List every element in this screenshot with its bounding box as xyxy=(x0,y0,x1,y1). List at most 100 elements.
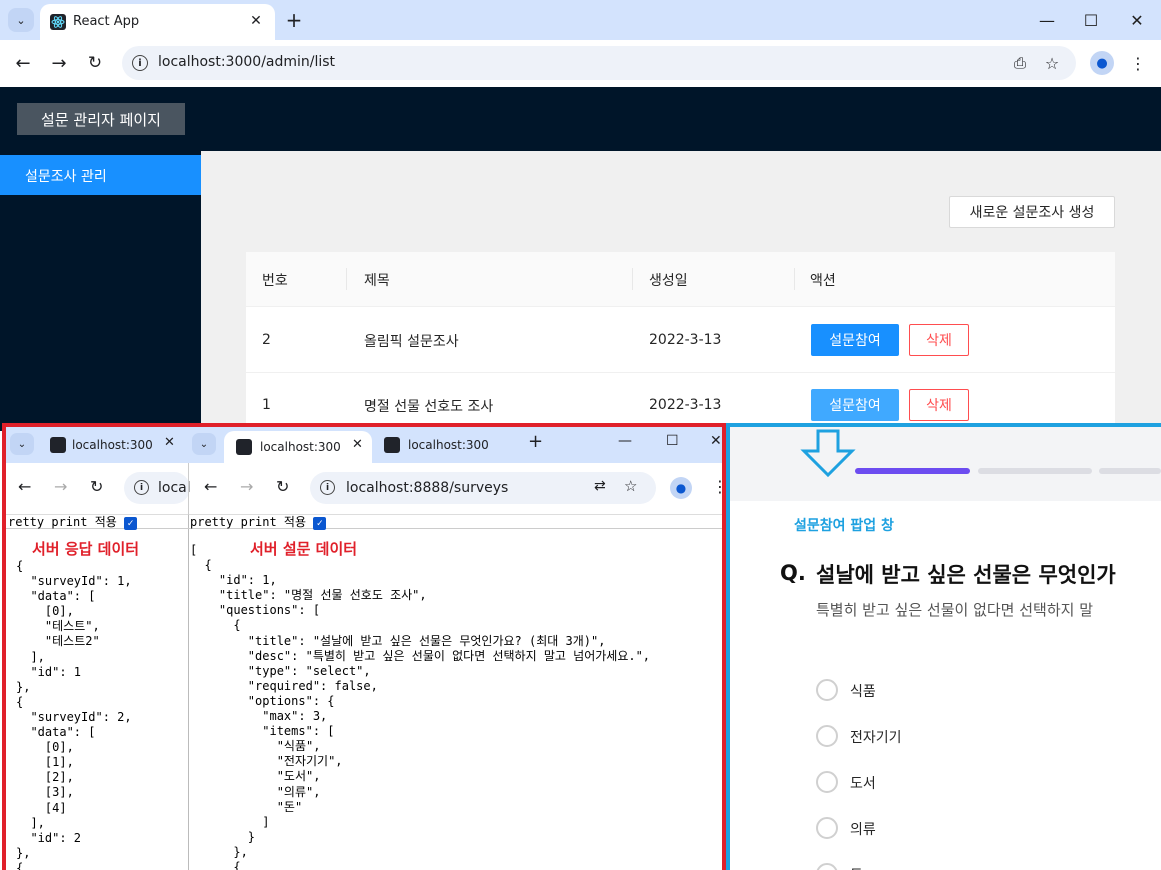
forward-arrow-icon[interactable]: → xyxy=(54,477,67,496)
reload-icon[interactable]: ↻ xyxy=(90,477,103,496)
json-content: retty print 적용 ✓ pretty print 적용 ✓ 서버 응답… xyxy=(6,515,722,870)
maximize-icon[interactable]: ☐ xyxy=(1068,0,1114,40)
row-number: 1 xyxy=(262,397,271,413)
radio-icon[interactable] xyxy=(816,725,838,747)
create-survey-button[interactable]: 새로운 설문조사 생성 xyxy=(949,196,1115,228)
url-text: localhost:3000/admin/list xyxy=(158,54,336,70)
tab-title: React App xyxy=(73,14,140,29)
server-response-label: 서버 응답 데이터 xyxy=(32,540,140,558)
header-action: 액션 xyxy=(810,273,836,289)
bookmark-star-icon[interactable]: ☆ xyxy=(1042,53,1062,73)
radio-icon[interactable] xyxy=(816,863,838,870)
join-survey-button[interactable]: 설문참여 xyxy=(811,324,899,356)
menu-dots-icon[interactable]: ⋮ xyxy=(712,477,722,496)
translate-icon[interactable]: ⇄ xyxy=(594,478,606,494)
forward-arrow-icon[interactable]: → xyxy=(46,50,72,76)
back-arrow-icon[interactable]: ← xyxy=(204,477,217,496)
radio-icon[interactable] xyxy=(816,679,838,701)
option-label: 도서 xyxy=(850,776,876,792)
address-bar[interactable]: i localhost:3000/admin/list ⎙ ☆ xyxy=(122,46,1076,80)
chevron-down-icon: ⌄ xyxy=(16,13,26,27)
json-windows-frame: ⌄ localhost:300 ✕ ⌄ localhost:300 ✕ loca… xyxy=(2,423,726,870)
forward-arrow-icon[interactable]: → xyxy=(240,477,253,496)
reload-icon[interactable]: ↻ xyxy=(82,50,108,76)
row-title: 올림픽 설문조사 xyxy=(364,334,459,350)
info-icon: i xyxy=(134,480,149,495)
minimize-icon[interactable]: — xyxy=(1024,0,1070,40)
address-bar[interactable]: i local xyxy=(124,472,191,504)
tab-strip: ⌄ localhost:300 ✕ ⌄ localhost:300 ✕ loca… xyxy=(6,427,722,463)
profile-avatar-icon[interactable]: ● xyxy=(1090,51,1114,75)
menu-dots-icon[interactable]: ⋮ xyxy=(1128,51,1148,75)
tab-react-app[interactable]: React App ✕ xyxy=(40,4,275,40)
main-content: 새로운 설문조사 생성 번호 제목 생성일 액션 2 올림픽 설문조사 2022… xyxy=(201,151,1161,442)
join-survey-button[interactable]: 설문참여 xyxy=(811,389,899,421)
delete-button[interactable]: 삭제 xyxy=(909,324,969,356)
question-desc: 특별히 받고 싶은 선물이 없다면 선택하지 말 xyxy=(816,601,1094,619)
page-title: 설문 관리자 페이지 xyxy=(17,103,185,135)
row-title: 명절 선물 선호도 조사 xyxy=(364,399,494,415)
react-icon xyxy=(384,437,400,453)
tab-title: localhost:300 xyxy=(408,438,489,452)
react-icon xyxy=(236,439,252,455)
header-date: 생성일 xyxy=(649,273,688,289)
close-icon[interactable]: ✕ xyxy=(164,435,175,450)
sidebar: 설문조사 관리 xyxy=(0,151,201,431)
minimize-icon[interactable]: — xyxy=(618,433,632,449)
checkbox-checked-icon[interactable]: ✓ xyxy=(313,517,327,531)
table-header: 번호 제목 생성일 액션 xyxy=(246,252,1115,307)
reload-icon[interactable]: ↻ xyxy=(276,477,289,496)
option-label: 의류 xyxy=(850,822,876,838)
tab-localhost-1[interactable]: localhost:300 ✕ xyxy=(42,431,188,459)
down-arrow-icon xyxy=(800,429,856,478)
tab-title: localhost:300 xyxy=(260,440,341,454)
browser-toolbar: ← → ↻ i localhost:3000/admin/list ⎙ ☆ ● … xyxy=(0,40,1161,87)
url-text: localhost:8888/surveys xyxy=(346,480,509,496)
table-row: 2 올림픽 설문조사 2022-3-13 설문참여 삭제 xyxy=(246,308,1115,373)
close-window-icon[interactable]: ✕ xyxy=(1114,0,1160,40)
row-date: 2022-3-13 xyxy=(649,397,722,413)
react-icon xyxy=(50,14,66,30)
popup-header xyxy=(730,427,1161,501)
row-number: 2 xyxy=(262,332,271,348)
back-arrow-icon[interactable]: ← xyxy=(18,477,31,496)
option-label: 돈 xyxy=(850,865,863,870)
maximize-icon[interactable]: ☐ xyxy=(666,433,679,449)
chevron-down-icon[interactable]: ⌄ xyxy=(192,433,216,455)
profile-avatar-icon[interactable]: ● xyxy=(670,477,692,499)
delete-button[interactable]: 삭제 xyxy=(909,389,969,421)
address-bar[interactable]: i localhost:8888/surveys ⇄ ☆ xyxy=(310,472,656,504)
info-icon[interactable]: i xyxy=(132,55,148,71)
sidebar-item-survey-manage[interactable]: 설문조사 관리 xyxy=(0,155,201,195)
tab-localhost-2[interactable]: localhost:300 ✕ xyxy=(224,431,372,463)
progress-step xyxy=(1099,468,1161,474)
close-icon[interactable]: ✕ xyxy=(352,437,363,452)
info-icon: i xyxy=(320,480,335,495)
tab-localhost-3[interactable]: localhost:300 xyxy=(376,431,522,459)
chevron-down-icon[interactable]: ⌄ xyxy=(10,433,34,455)
progress-step-active xyxy=(855,468,970,474)
install-app-icon[interactable]: ⎙ xyxy=(1010,53,1030,73)
question-prefix: Q. xyxy=(780,561,806,585)
option-label: 전자기기 xyxy=(850,730,902,746)
tab-search-button[interactable]: ⌄ xyxy=(8,8,34,32)
row-date: 2022-3-13 xyxy=(649,332,722,348)
new-tab-plus-icon[interactable]: + xyxy=(282,8,306,32)
app-header: 설문 관리자 페이지 xyxy=(0,87,1161,151)
new-tab-plus-icon[interactable]: + xyxy=(528,431,543,452)
header-title: 제목 xyxy=(364,273,390,289)
json-survey-text: [ { "id": 1, "title": "명절 선물 선호도 조사", "q… xyxy=(190,543,651,870)
close-icon[interactable]: ✕ xyxy=(245,10,267,32)
close-window-icon[interactable]: ✕ xyxy=(710,433,722,449)
radio-icon[interactable] xyxy=(816,771,838,793)
tab-title: localhost:300 xyxy=(72,438,153,452)
checkbox-checked-icon[interactable]: ✓ xyxy=(124,517,138,531)
bookmark-star-icon[interactable]: ☆ xyxy=(624,477,637,495)
pretty-print-label: pretty print 적용 ✓ xyxy=(190,515,327,531)
header-number: 번호 xyxy=(262,273,288,289)
tab-strip: ⌄ React App ✕ + — ☐ ✕ xyxy=(0,0,1161,40)
back-arrow-icon[interactable]: ← xyxy=(10,50,36,76)
radio-icon[interactable] xyxy=(816,817,838,839)
browser-toolbar: ← → ↻ i local ← → ↻ i localhost:8888/sur… xyxy=(6,463,722,515)
popup-label: 설문참여 팝업 창 xyxy=(794,518,894,534)
